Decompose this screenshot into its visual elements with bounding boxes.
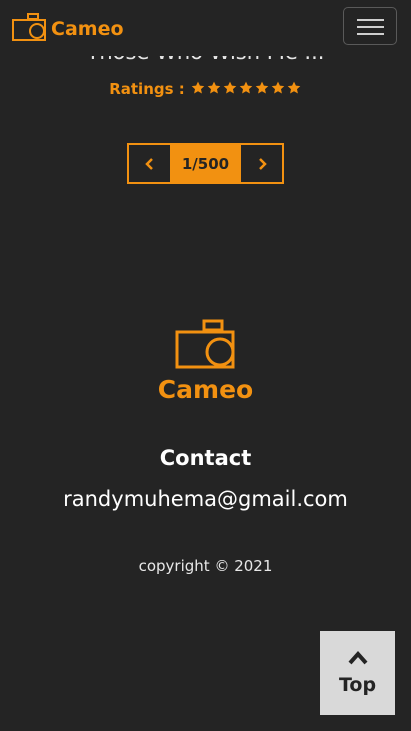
- contact-heading: Contact: [159, 446, 252, 470]
- star-icon: [255, 81, 269, 94]
- contact-email[interactable]: randymuhema@gmail.com: [0, 487, 411, 511]
- star-icon: [191, 81, 205, 94]
- chevron-left-icon: [144, 157, 153, 170]
- rating-stars: [190, 79, 302, 98]
- page-counter: 1/500: [170, 145, 241, 182]
- ratings-label: Ratings :: [109, 79, 185, 98]
- menu-toggle-button[interactable]: [343, 7, 397, 45]
- back-to-top-label: Top: [338, 674, 377, 696]
- camera-icon: [12, 12, 46, 45]
- star-icon: [223, 81, 237, 94]
- star-icon: [207, 81, 221, 94]
- brand-name: Cameo: [51, 17, 124, 40]
- next-button[interactable]: [241, 145, 282, 182]
- star-icon: [271, 81, 285, 94]
- chevron-right-icon: [258, 157, 267, 170]
- navbar: Cameo: [0, 0, 411, 56]
- star-icon: [239, 81, 253, 94]
- pagination: 1/500: [127, 143, 284, 184]
- footer-camera-icon: [175, 318, 237, 374]
- copyright-text: copyright © 2021: [138, 557, 273, 575]
- previous-button[interactable]: [129, 145, 170, 182]
- ratings-row: Ratings :: [0, 79, 411, 98]
- back-to-top-button[interactable]: Top: [320, 631, 395, 715]
- footer-brand-name: Cameo: [157, 375, 254, 404]
- star-icon: [287, 81, 301, 94]
- hamburger-menu-icon: [357, 19, 384, 21]
- brand-link[interactable]: Cameo: [12, 12, 124, 45]
- chevron-up-icon: [348, 650, 367, 665]
